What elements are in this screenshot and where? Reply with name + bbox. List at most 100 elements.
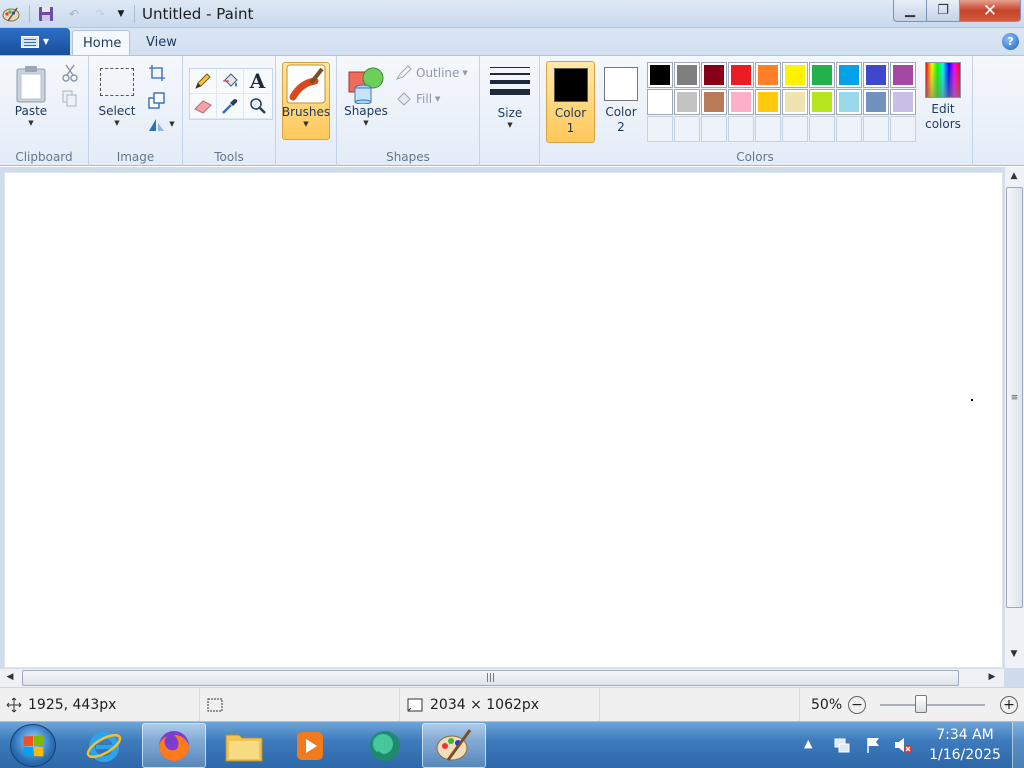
palette-swatch[interactable] — [728, 89, 754, 115]
custom-color-slot[interactable] — [728, 116, 754, 142]
file-menu-button[interactable]: ▼ — [0, 28, 70, 55]
palette-swatch[interactable] — [836, 89, 862, 115]
rotate-icon[interactable]: ▼ — [145, 113, 177, 135]
file-explorer-icon[interactable] — [212, 723, 276, 768]
minimize-button[interactable]: ▁ — [893, 0, 927, 22]
redo-icon[interactable]: ↷ — [90, 4, 110, 24]
palette-swatch[interactable] — [674, 62, 700, 88]
custom-color-slot[interactable] — [863, 116, 889, 142]
crop-icon[interactable] — [145, 62, 169, 84]
paint-app-icon[interactable] — [422, 723, 486, 768]
custom-color-slot[interactable] — [755, 116, 781, 142]
outline-button[interactable]: Outline ▼ — [395, 65, 468, 81]
tools-group: A Tools — [183, 56, 276, 166]
text-tool-icon[interactable]: A — [244, 69, 271, 94]
paint-app-icon[interactable] — [2, 4, 20, 24]
fill-button[interactable]: Fill ▼ — [395, 91, 440, 107]
fill-bucket-icon[interactable] — [217, 69, 244, 94]
canvas-size: 2034 × 1062px — [430, 697, 540, 713]
select-label: Select — [98, 104, 136, 118]
customize-arrow-icon[interactable]: ▼ — [114, 4, 128, 24]
palette-swatch[interactable] — [863, 89, 889, 115]
show-desktop-button[interactable] — [1012, 722, 1024, 768]
copy-icon[interactable] — [58, 88, 82, 110]
palette-swatch[interactable] — [647, 89, 673, 115]
cut-icon[interactable] — [58, 62, 82, 84]
magnifier-icon[interactable] — [244, 94, 271, 119]
vertical-scroll-thumb[interactable]: ≡ — [1006, 187, 1023, 608]
color-picker-icon[interactable] — [217, 94, 244, 119]
custom-color-slot[interactable] — [674, 116, 700, 142]
clock-date[interactable]: 1/16/2025 — [925, 747, 1005, 763]
palette-swatch[interactable] — [782, 89, 808, 115]
network-icon[interactable] — [832, 735, 852, 755]
undo-icon[interactable]: ↶ — [64, 4, 84, 24]
palette-swatch[interactable] — [863, 62, 889, 88]
zoom-out-button[interactable]: − — [848, 696, 866, 714]
custom-color-slot[interactable] — [782, 116, 808, 142]
select-button[interactable]: Select ▼ — [95, 68, 139, 128]
action-center-flag-icon[interactable] — [863, 735, 883, 755]
close-button[interactable]: ✕ — [959, 0, 1021, 22]
close-icon: ✕ — [982, 0, 998, 21]
horizontal-scroll-thumb[interactable]: ||| — [22, 670, 959, 686]
palette-swatch[interactable] — [701, 62, 727, 88]
color2-label: Color — [605, 105, 637, 119]
ribbon-home: Paste ▼ Clipboard Select ▼ ▼ Image A Too… — [0, 55, 1024, 166]
drawing-canvas[interactable] — [4, 172, 1003, 668]
chat-app-icon[interactable] — [352, 723, 416, 768]
color2-button[interactable]: Color 2 — [600, 61, 642, 143]
resize-icon[interactable] — [145, 89, 169, 111]
palette-swatch[interactable] — [890, 89, 916, 115]
custom-color-slot[interactable] — [647, 116, 673, 142]
eraser-icon[interactable] — [190, 94, 217, 119]
custom-color-slot[interactable] — [701, 116, 727, 142]
color1-button[interactable]: Color 1 — [546, 61, 595, 143]
scroll-down-icon[interactable]: ▼ — [1005, 649, 1023, 659]
palette-swatch[interactable] — [890, 62, 916, 88]
shapes-button[interactable]: Shapes ▼ — [343, 64, 389, 128]
custom-color-slot[interactable] — [890, 116, 916, 142]
firefox-icon[interactable] — [142, 723, 206, 768]
tab-home[interactable]: Home — [72, 30, 130, 55]
show-hidden-icons-icon[interactable]: ▲ — [804, 737, 812, 750]
save-icon[interactable] — [36, 4, 56, 24]
zoom-in-button[interactable]: + — [1000, 696, 1018, 714]
palette-swatch[interactable] — [782, 62, 808, 88]
palette-swatch[interactable] — [809, 89, 835, 115]
scroll-left-icon[interactable]: ◀ — [1, 672, 19, 682]
help-icon[interactable]: ? — [1002, 33, 1019, 50]
palette-swatch[interactable] — [701, 89, 727, 115]
size-button[interactable]: Size ▼ — [488, 66, 532, 130]
color1-swatch — [553, 68, 588, 102]
edit-colors-button[interactable]: Edit colors — [922, 62, 964, 146]
palette-swatch[interactable] — [809, 62, 835, 88]
tab-view[interactable]: View — [136, 30, 186, 55]
zoom-slider-track[interactable] — [880, 704, 985, 706]
palette-swatch[interactable] — [647, 62, 673, 88]
palette-swatch[interactable] — [755, 62, 781, 88]
scroll-right-icon[interactable]: ▶ — [983, 672, 1001, 682]
clock-time[interactable]: 7:34 AM — [930, 727, 1000, 743]
scroll-up-icon[interactable]: ▲ — [1005, 171, 1023, 181]
shapes-group-label: Shapes — [386, 150, 430, 164]
selection-icon — [207, 698, 223, 712]
horizontal-scrollbar[interactable]: ◀ ||| ▶ — [0, 668, 1004, 687]
vertical-scrollbar[interactable]: ▲ ≡ ▼ — [1004, 167, 1024, 668]
zoom-slider-thumb[interactable] — [915, 695, 927, 713]
custom-color-slot[interactable] — [809, 116, 835, 142]
volume-muted-icon[interactable] — [893, 735, 913, 755]
palette-swatch[interactable] — [755, 89, 781, 115]
maximize-button[interactable]: ❐ — [926, 0, 960, 22]
palette-swatch[interactable] — [674, 89, 700, 115]
pencil-icon[interactable] — [190, 69, 217, 94]
custom-color-slot[interactable] — [836, 116, 862, 142]
palette-swatch[interactable] — [728, 62, 754, 88]
start-button[interactable] — [10, 724, 56, 767]
paste-button[interactable]: Paste ▼ — [8, 64, 54, 128]
media-player-icon[interactable] — [278, 723, 342, 768]
palette-swatch[interactable] — [836, 62, 862, 88]
internet-explorer-icon[interactable] — [72, 723, 136, 768]
clipboard-group-label: Clipboard — [15, 150, 73, 164]
shapes-icon — [348, 67, 384, 104]
